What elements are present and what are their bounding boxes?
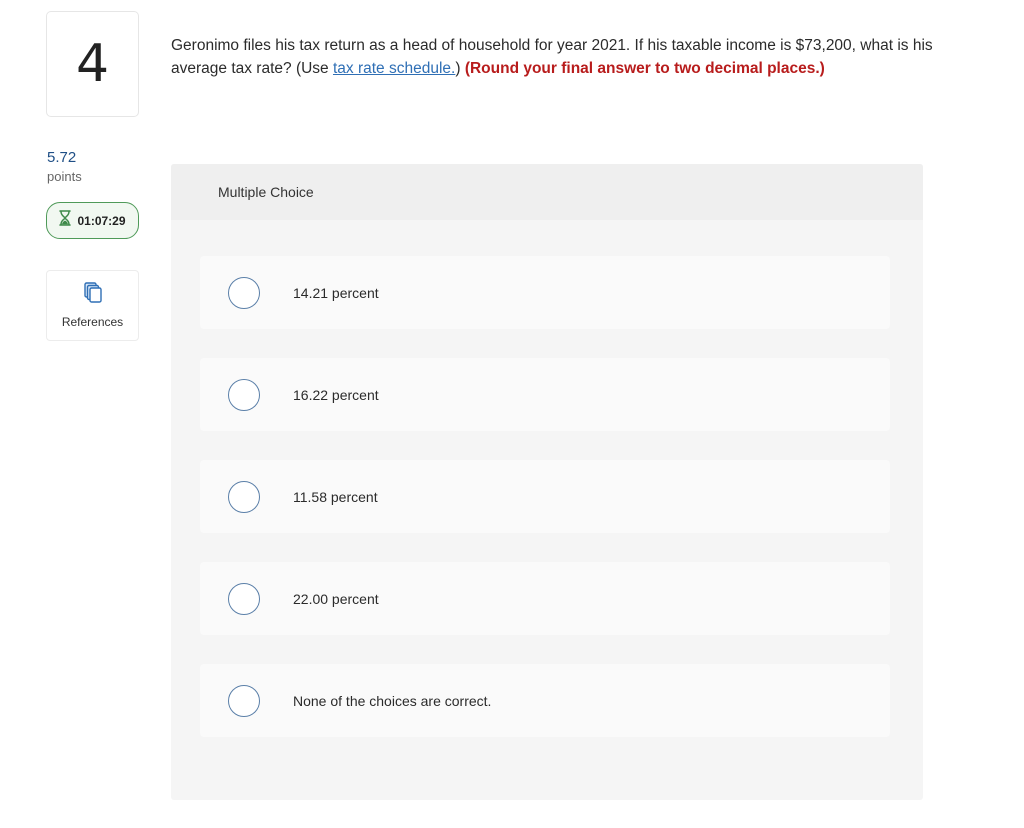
radio-button[interactable] — [228, 480, 260, 513]
question-number: 4 — [75, 34, 110, 94]
radio-button[interactable] — [228, 684, 260, 717]
radio-button[interactable] — [228, 276, 260, 309]
choice-label: 14.21 percent — [293, 284, 379, 301]
question-body-after-link: ) — [455, 60, 465, 77]
choice-option[interactable]: None of the choices are correct. — [200, 664, 890, 737]
radio-button[interactable] — [228, 378, 260, 411]
points-label: points — [47, 169, 82, 184]
choice-label: 22.00 percent — [293, 590, 379, 607]
references-button[interactable]: References — [46, 270, 139, 341]
references-icon — [83, 282, 102, 309]
choice-label: 11.58 percent — [293, 488, 378, 505]
choice-label: 16.22 percent — [293, 386, 379, 403]
multiple-choice-header: Multiple Choice — [171, 164, 923, 220]
choice-option[interactable]: 22.00 percent — [200, 562, 890, 635]
radio-button[interactable] — [228, 582, 260, 615]
timer-text: 01:07:29 — [77, 213, 126, 228]
choice-option[interactable]: 16.22 percent — [200, 358, 890, 431]
choice-label: None of the choices are correct. — [293, 692, 492, 709]
multiple-choice-panel: Multiple Choice 14.21 percent 16.22 perc… — [171, 164, 923, 800]
question-number-box: 4 — [46, 11, 139, 117]
choice-option[interactable]: 14.21 percent — [200, 256, 890, 329]
rounding-instruction: (Round your final answer to two decimal … — [464, 60, 825, 77]
points-value: 5.72 — [47, 149, 77, 166]
timer-badge: 01:07:29 — [46, 202, 139, 239]
hourglass-icon — [59, 210, 72, 231]
question-text: Geronimo files his tax return as a head … — [171, 34, 941, 80]
references-label: References — [61, 315, 124, 329]
tax-rate-schedule-link[interactable]: tax rate schedule. — [333, 60, 455, 77]
choice-option[interactable]: 11.58 percent — [200, 460, 890, 533]
